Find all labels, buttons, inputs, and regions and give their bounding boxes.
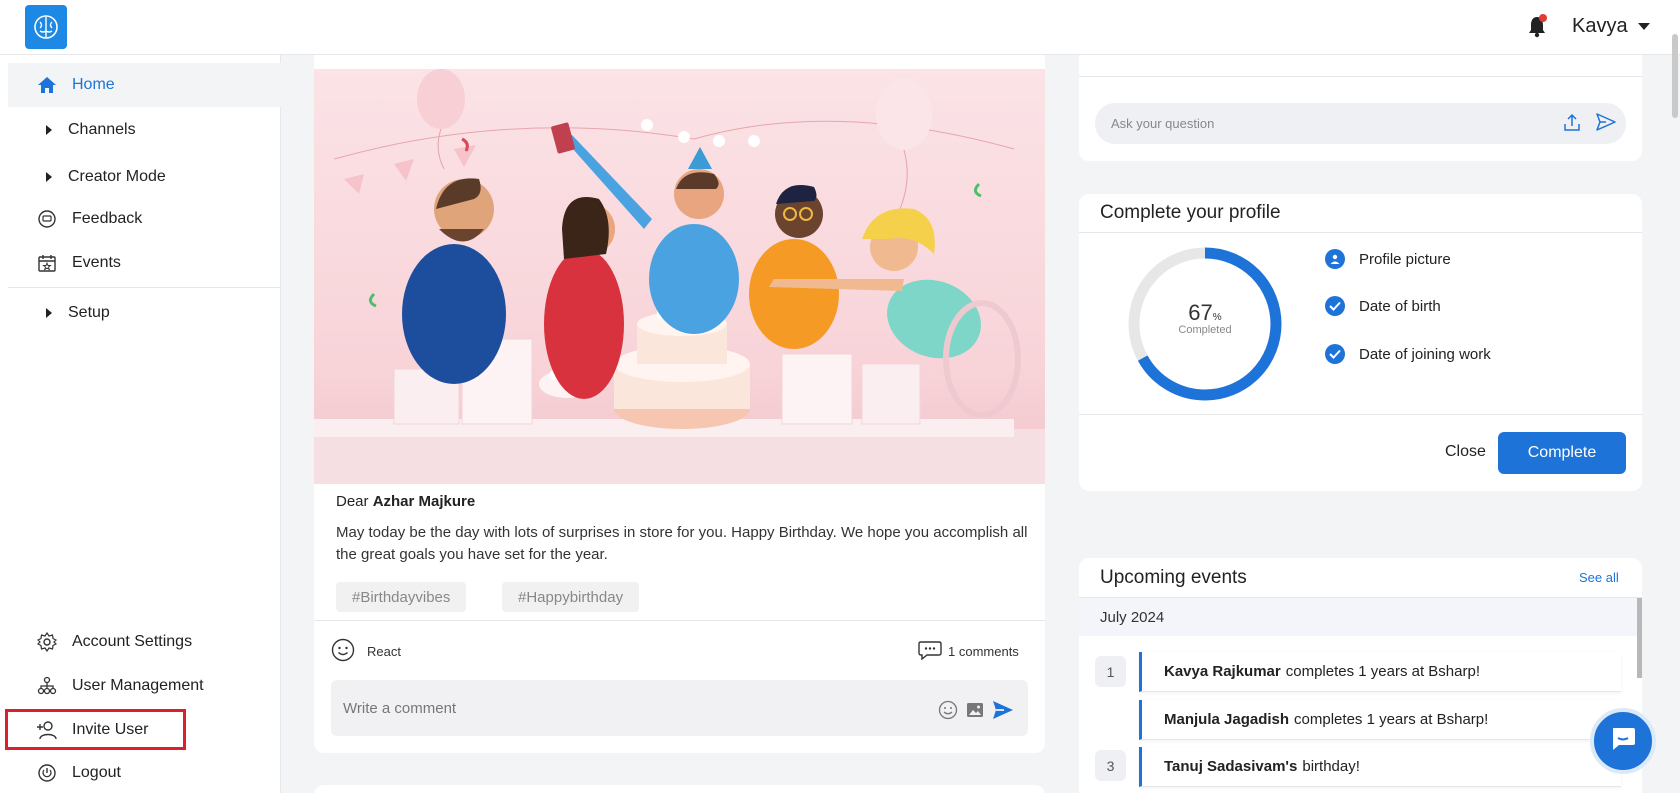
top-bar: Kavya (0, 0, 1680, 55)
upload-icon[interactable] (1562, 113, 1582, 136)
profile-item-dob[interactable]: Date of birth (1325, 296, 1441, 316)
chat-icon (1609, 726, 1637, 757)
caret-right-icon (46, 125, 52, 135)
comments-count[interactable]: 1 comments (918, 640, 1019, 663)
profile-item-label: Date of birth (1359, 297, 1441, 315)
hashtag[interactable]: #Happybirthday (502, 582, 640, 612)
event-person: Manjula Jagadish (1164, 711, 1290, 728)
sidebar-item-creator-mode[interactable]: Creator Mode (8, 155, 281, 199)
complete-button[interactable]: Complete (1498, 432, 1626, 474)
birthday-illustration (314, 69, 1045, 484)
events-scrollbar[interactable] (1637, 598, 1642, 678)
page-scrollbar[interactable] (1672, 34, 1678, 118)
sidebar-item-label: Logout (72, 764, 121, 781)
event-text: completes 1 years at Bsharp! (1294, 711, 1489, 728)
percent-symbol: % (1212, 312, 1222, 323)
sidebar-item-label: Events (72, 254, 121, 271)
event-text: completes 1 years at Bsharp! (1285, 663, 1480, 680)
post-message: May today be the day with lots of surpri… (336, 524, 1028, 563)
smiley-icon (331, 638, 355, 665)
next-post-card (314, 785, 1045, 793)
see-all-link[interactable]: See all (1579, 570, 1619, 585)
chevron-down-icon (1637, 23, 1650, 30)
sidebar-item-label: Channels (68, 121, 136, 138)
profile-picture-icon (1325, 249, 1345, 269)
chat-button[interactable] (1590, 708, 1656, 774)
profile-card-footer-divider (1079, 414, 1642, 415)
comment-bubble-icon (918, 640, 942, 663)
hashtag[interactable]: #Birthdayvibes (336, 582, 467, 612)
event-item[interactable]: Manjula Jagadish completes 1 years at Bs… (1139, 700, 1621, 740)
gear-icon (36, 631, 58, 653)
progress-sublabel: Completed (1178, 324, 1232, 336)
sidebar-item-user-management[interactable]: User Management (8, 664, 281, 708)
close-button[interactable]: Close (1445, 443, 1486, 461)
comments-label: 1 comments (948, 644, 1019, 659)
send-icon[interactable] (992, 700, 1014, 724)
react-button[interactable]: React (331, 638, 401, 665)
brain-logo-icon[interactable] (25, 5, 67, 49)
calendar-icon (36, 252, 58, 274)
react-label: React (367, 644, 401, 659)
sidebar-item-label: Feedback (72, 210, 143, 227)
ask-card-divider (1079, 76, 1642, 77)
sidebar-item-events[interactable]: Events (8, 241, 281, 285)
check-icon (1325, 344, 1345, 364)
caret-right-icon (46, 172, 52, 182)
check-icon (1325, 296, 1345, 316)
user-name: Kavya (1572, 15, 1628, 37)
profile-card-title: Complete your profile (1100, 202, 1281, 223)
emoji-icon[interactable] (938, 700, 958, 724)
post-divider (314, 620, 1045, 621)
send-icon[interactable] (1596, 113, 1616, 136)
post-recipient[interactable]: Azhar Majkure (373, 493, 476, 510)
event-item[interactable]: Kavya Rajkumar completes 1 years at Bsha… (1139, 652, 1621, 692)
sidebar-item-setup[interactable]: Setup (8, 291, 281, 335)
org-chart-icon (36, 675, 58, 697)
sidebar-item-label: Setup (68, 304, 110, 321)
caret-right-icon (46, 308, 52, 318)
event-person: Tanuj Sadasivam's (1164, 758, 1298, 775)
progress-label: 67% Completed (1126, 300, 1284, 336)
post-greeting: Dear Azhar Majkure (336, 493, 475, 510)
feedback-icon (36, 208, 58, 230)
highlight-box (5, 709, 186, 750)
notification-bell-icon[interactable] (1526, 14, 1548, 38)
sidebar-item-channels[interactable]: Channels (8, 108, 281, 152)
sidebar-item-label: User Management (72, 677, 204, 694)
sidebar-divider (8, 287, 281, 288)
event-person: Kavya Rajkumar (1164, 663, 1281, 680)
progress-percent: 67 (1188, 300, 1213, 325)
home-icon (36, 74, 58, 96)
user-menu[interactable]: Kavya (1572, 15, 1650, 38)
profile-card-divider (1079, 232, 1642, 233)
sidebar-item-logout[interactable]: Logout (8, 751, 281, 793)
event-text: birthday! (1302, 758, 1360, 775)
event-number: 1 (1095, 656, 1126, 687)
profile-item-picture[interactable]: Profile picture (1325, 249, 1451, 269)
post-salutation: Dear (336, 493, 369, 510)
event-item[interactable]: Tanuj Sadasivam's birthday! (1139, 747, 1621, 787)
sidebar-item-label: Creator Mode (68, 168, 166, 185)
comment-placeholder: Write a comment (343, 699, 457, 717)
image-icon[interactable] (966, 701, 984, 723)
sidebar-item-home[interactable]: Home (8, 63, 281, 107)
sidebar-item-label: Home (72, 76, 115, 93)
events-title: Upcoming events (1100, 567, 1247, 588)
profile-item-label: Date of joining work (1359, 345, 1491, 363)
event-number: 3 (1095, 750, 1126, 781)
comment-input[interactable]: Write a comment (331, 680, 1028, 736)
power-icon (36, 762, 58, 784)
sidebar-item-account-settings[interactable]: Account Settings (8, 620, 281, 664)
sidebar-item-feedback[interactable]: Feedback (8, 197, 281, 241)
ask-placeholder: Ask your question (1111, 116, 1215, 131)
ask-question-input[interactable]: Ask your question (1095, 103, 1626, 144)
events-month-header: July 2024 (1079, 598, 1642, 636)
sidebar-item-label: Account Settings (72, 633, 193, 650)
profile-item-joining-date[interactable]: Date of joining work (1325, 344, 1491, 364)
profile-item-label: Profile picture (1359, 250, 1451, 268)
